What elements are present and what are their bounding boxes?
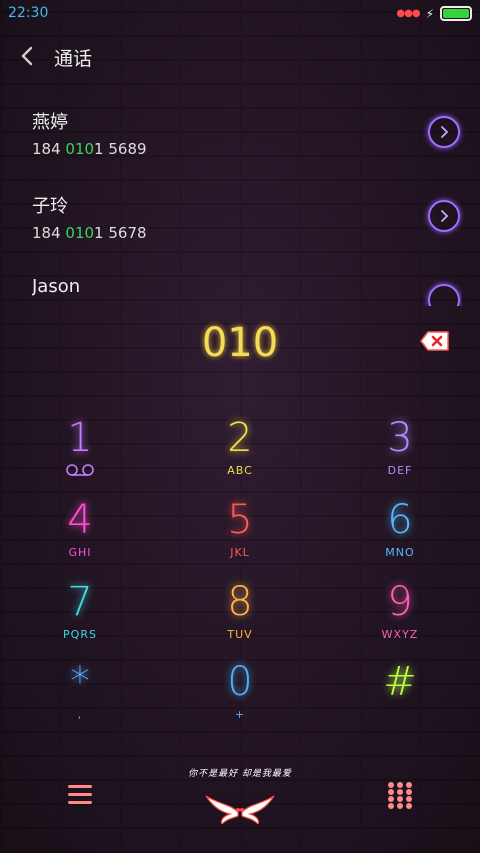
page-title: 通话 xyxy=(54,48,93,70)
key-letters: WXYZ xyxy=(381,628,419,641)
dialpad-dot xyxy=(406,782,412,788)
title-bar: 通话 xyxy=(0,38,480,78)
key-3[interactable]: 3 DEF xyxy=(350,416,450,488)
key-2[interactable]: 2 ABC xyxy=(190,416,290,488)
contact-number: 184 0101 5678 xyxy=(32,224,462,242)
key-digit: # xyxy=(383,659,417,705)
key-letters: MNO xyxy=(385,546,415,559)
key-letters: JKL xyxy=(230,546,250,559)
dialpad-dot xyxy=(388,803,394,809)
chevron-right-icon[interactable] xyxy=(428,116,460,148)
number-match: 010 xyxy=(65,140,95,158)
key-letters: GHI xyxy=(68,546,92,559)
status-icons: ●●● ⚡ xyxy=(396,6,472,21)
key-digit: 0 xyxy=(227,659,253,705)
key-digit: 4 xyxy=(67,497,93,543)
dialpad-dot xyxy=(406,789,412,795)
chevron-right-icon[interactable] xyxy=(428,200,460,232)
contact-number: 184 0101 5689 xyxy=(32,140,462,158)
contact-name: 子玲 xyxy=(32,196,68,217)
key-digit: 1 xyxy=(67,415,93,461)
key-star[interactable]: *, xyxy=(30,660,130,732)
doves-icon: 你不是最好 却是我最爱 xyxy=(180,766,300,836)
number-suffix: 1 5689 xyxy=(94,140,147,158)
number-prefix: 184 xyxy=(32,140,66,158)
logo-text: 你不是最好 却是我最爱 xyxy=(188,769,292,779)
status-time: 22:30 xyxy=(8,5,49,21)
key-letters: PQRS xyxy=(63,628,97,641)
charging-icon: ⚡ xyxy=(425,6,434,21)
menu-icon[interactable] xyxy=(66,782,94,808)
key-digit: 3 xyxy=(387,415,413,461)
key-5[interactable]: 5 JKL xyxy=(190,498,290,570)
key-letters: ABC xyxy=(227,464,253,477)
key-digit: 2 xyxy=(227,415,253,461)
battery-icon xyxy=(440,6,472,21)
battery-fill xyxy=(443,9,469,18)
contact-suggestion[interactable]: 燕婷 184 0101 5689 xyxy=(32,108,462,168)
key-7[interactable]: 7 PQRS xyxy=(30,580,130,652)
dialpad-dot xyxy=(397,796,403,802)
dialpad-dot xyxy=(388,782,394,788)
dialed-number: 010 xyxy=(201,320,279,366)
dialpad-dot xyxy=(406,796,412,802)
key-8[interactable]: 8 TUV xyxy=(190,580,290,652)
voicemail-icon xyxy=(30,462,130,481)
contact-suggestion[interactable]: Jason xyxy=(32,276,462,306)
key-letters: + xyxy=(234,708,246,721)
dialpad-icon[interactable] xyxy=(386,780,414,810)
number-prefix: 184 xyxy=(32,224,66,242)
status-bar: 22:30 ●●● ⚡ xyxy=(0,0,480,26)
key-hash[interactable]: # xyxy=(350,660,450,732)
number-suffix: 1 5678 xyxy=(94,224,147,242)
notification-dots-icon: ●●● xyxy=(396,8,420,19)
key-digit: 9 xyxy=(387,579,413,625)
key-digit: 8 xyxy=(227,579,253,625)
key-digit: 7 xyxy=(67,579,93,625)
dialpad-dot xyxy=(388,796,394,802)
dialpad-dot xyxy=(397,782,403,788)
contact-name: 燕婷 xyxy=(32,112,68,133)
contact-name: Jason xyxy=(32,276,81,297)
key-digit: * xyxy=(70,659,90,705)
backspace-icon[interactable] xyxy=(420,330,450,352)
key-letters: TUV xyxy=(227,628,253,641)
dialpad-dot xyxy=(397,789,403,795)
key-4[interactable]: 4 GHI xyxy=(30,498,130,570)
dialpad-dot xyxy=(388,789,394,795)
key-0[interactable]: 0 + xyxy=(190,660,290,732)
key-digit: 5 xyxy=(227,497,253,543)
dialpad-dot xyxy=(406,803,412,809)
key-1[interactable]: 1 xyxy=(30,416,130,488)
dialpad-dot xyxy=(397,803,403,809)
key-9[interactable]: 9 WXYZ xyxy=(350,580,450,652)
key-letters: , xyxy=(77,708,83,721)
contact-suggestion[interactable]: 子玲 184 0101 5678 xyxy=(32,192,462,252)
key-digit: 6 xyxy=(387,497,413,543)
key-letters: DEF xyxy=(387,464,413,477)
chevron-left-icon[interactable] xyxy=(16,44,40,68)
key-6[interactable]: 6 MNO xyxy=(350,498,450,570)
bottom-bar: 你不是最好 却是我最爱 xyxy=(0,760,480,853)
number-match: 010 xyxy=(65,224,95,242)
